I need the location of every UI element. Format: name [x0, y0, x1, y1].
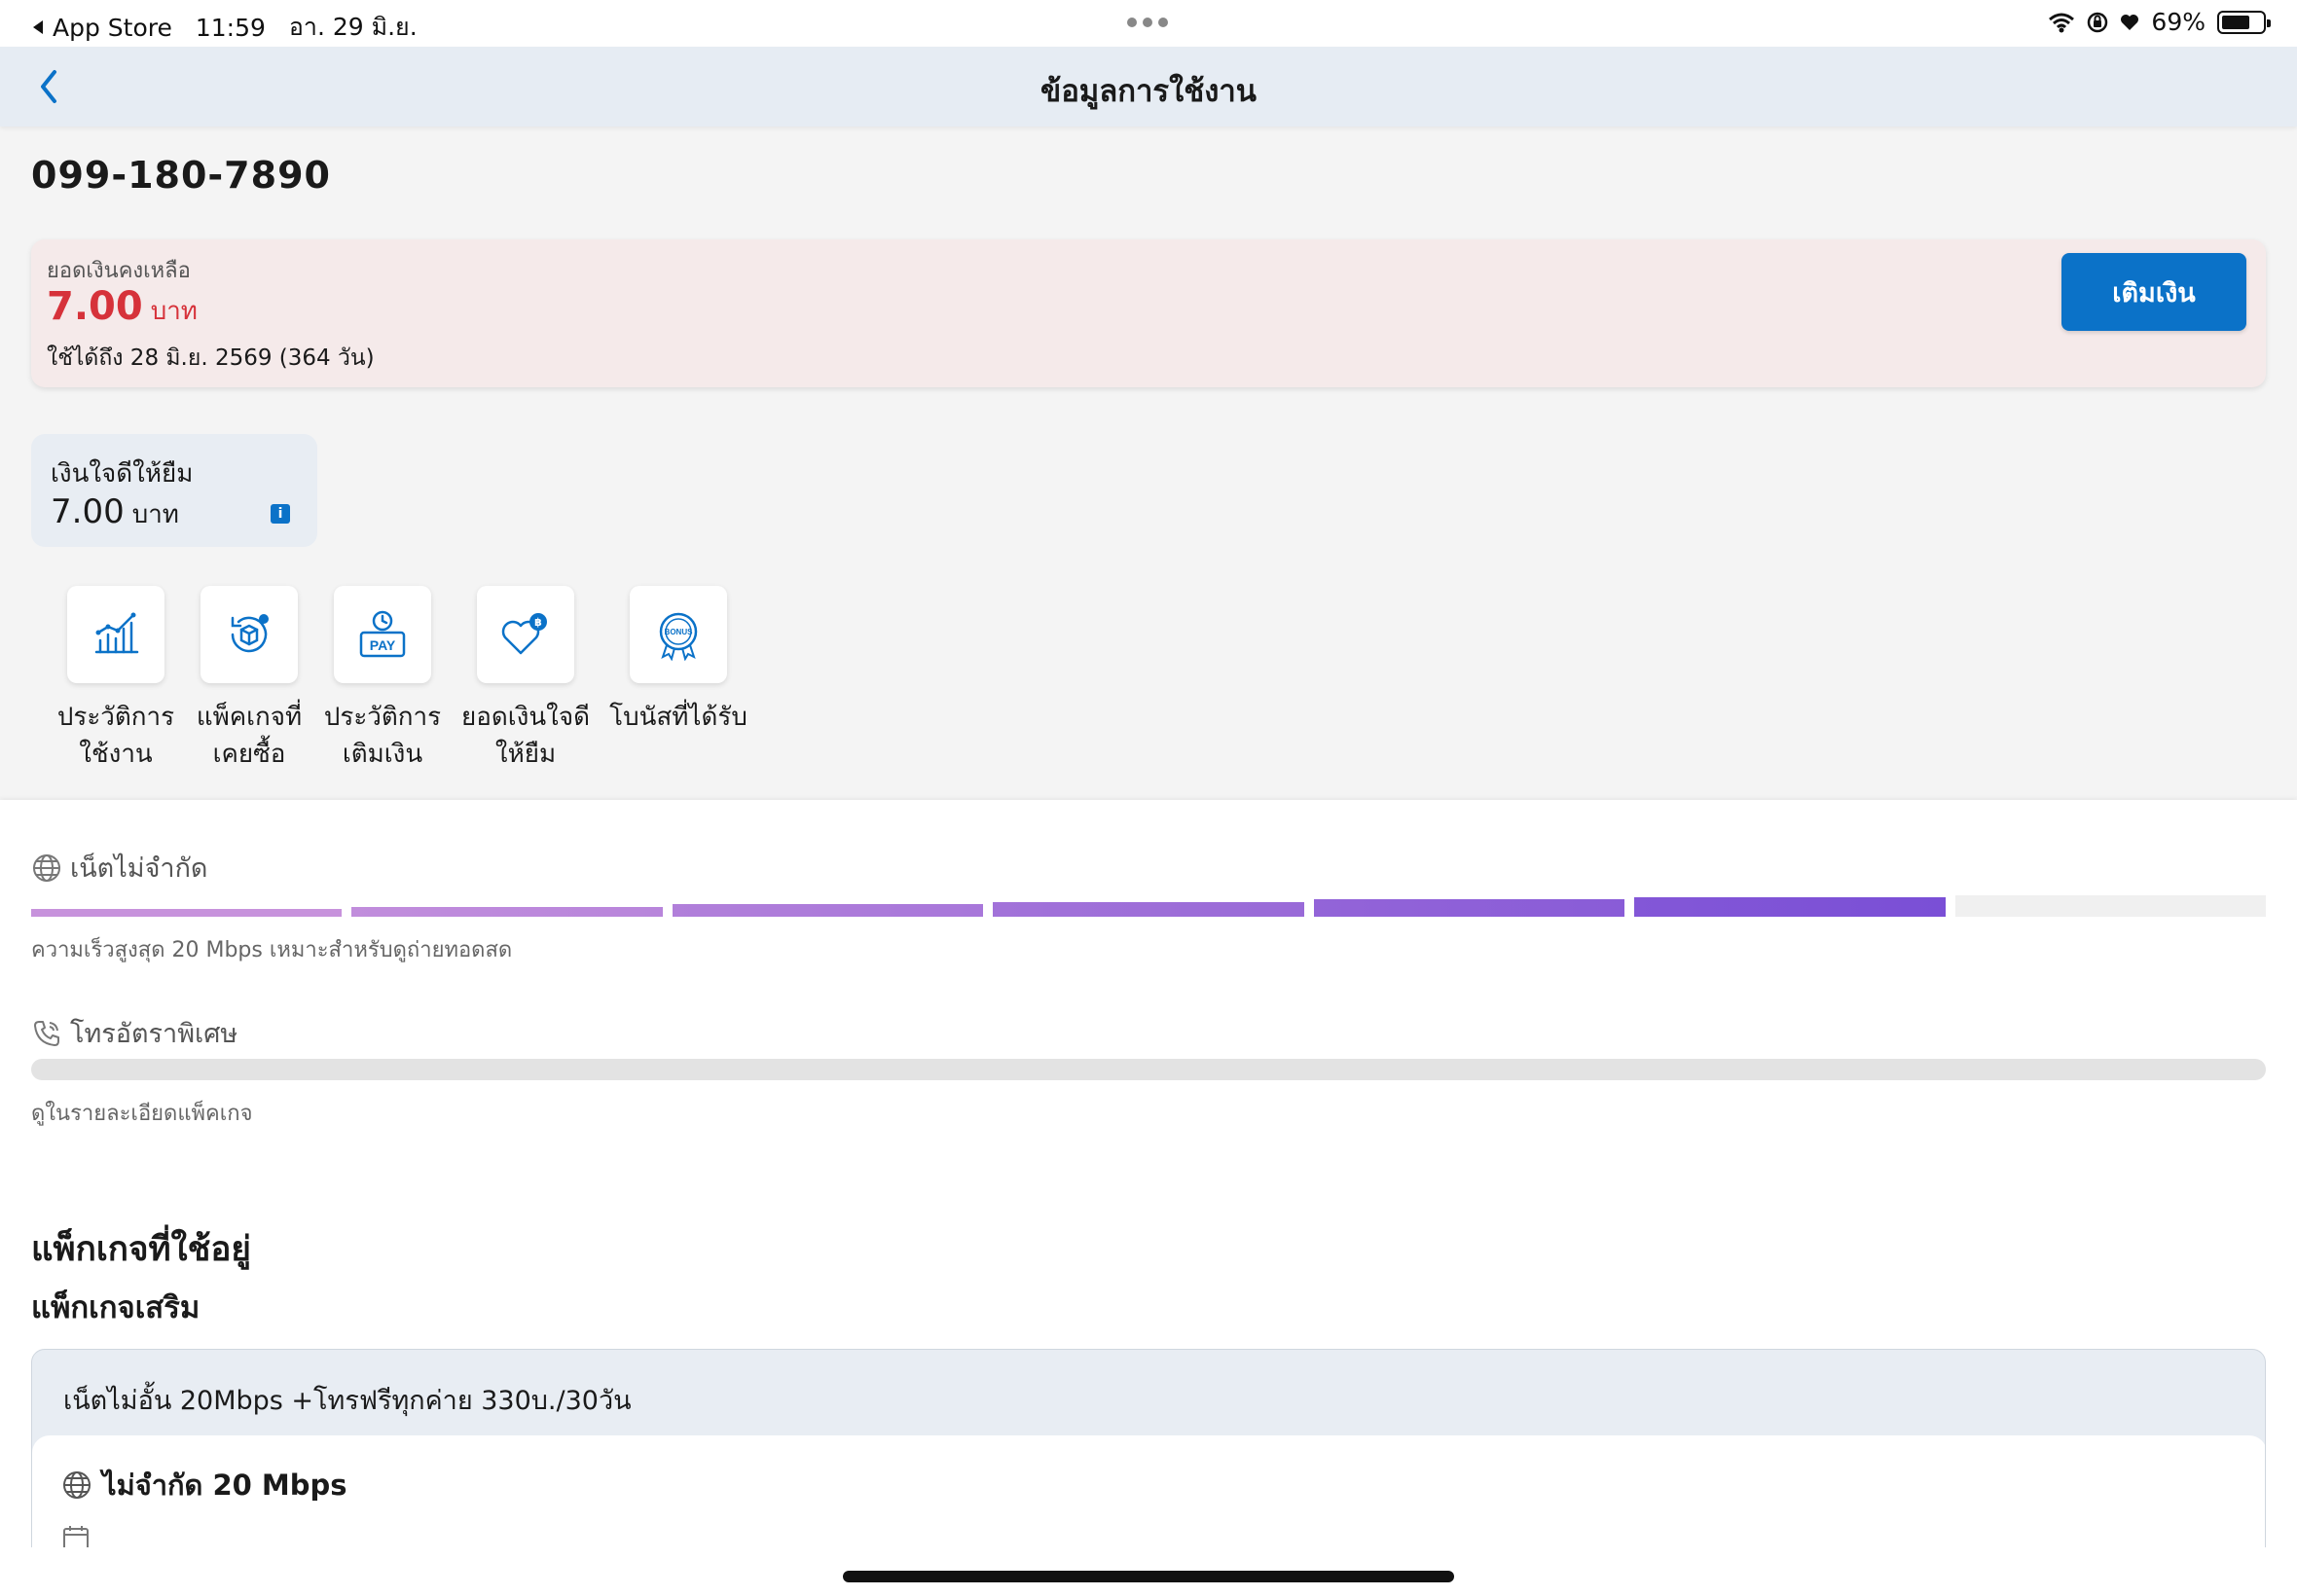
status-date: อา. 29 มิ.ย.	[288, 13, 418, 41]
shortcut-tile[interactable]: BONUS	[630, 586, 727, 683]
internet-title: เน็ตไม่จำกัด	[70, 853, 208, 884]
back-to-app-store[interactable]: App Store	[31, 14, 172, 42]
globe-icon	[33, 853, 60, 882]
shortcut-tile[interactable]: PAY	[334, 586, 431, 683]
packages-heading: แพ็กเกจที่ใช้อยู่	[31, 1230, 251, 1269]
svg-text:PAY: PAY	[370, 637, 396, 653]
balance-amount: 7.00	[47, 284, 143, 329]
loan-amount-row: 7.00 บาท	[51, 492, 179, 534]
wifi-icon	[2049, 13, 2075, 32]
balance-card: ยอดเงินคงเหลือ 7.00 บาท ใช้ได้ถึง 28 มิ.…	[31, 239, 2266, 387]
svg-text:฿: ฿	[534, 616, 542, 629]
battery-percent: 69%	[2151, 8, 2206, 36]
package-feature-label: ไม่จำกัด 20 Mbps	[102, 1469, 347, 1502]
shortcut-label: โบนัสที่ได้รับ	[609, 703, 747, 732]
multitask-dots[interactable]	[1127, 18, 1168, 27]
phone-number: 099-180-7890	[31, 154, 331, 197]
shortcut-package-history[interactable]: แพ็คเกจที่ เคยซื้อ	[173, 586, 325, 773]
topup-button[interactable]: เติมเงิน	[2061, 253, 2246, 331]
call-title: โทรอัตราพิเศษ	[70, 1019, 238, 1049]
call-description: ดูในรายละเอียดแพ็คเกจ	[31, 1102, 253, 1126]
balance-valid-until: ใช้ได้ถึง 28 มิ.ย. 2569 (364 วัน)	[47, 345, 375, 371]
call-usage-bar	[31, 1059, 2266, 1080]
loan-amount: 7.00	[51, 492, 125, 531]
bonus-badge-icon: BONUS	[659, 612, 698, 661]
shortcut-loan-balance[interactable]: ฿ ยอดเงินใจดี ให้ยืม	[452, 586, 600, 773]
speed-segment-active	[351, 906, 663, 917]
back-triangle-icon	[33, 20, 43, 34]
nav-bar: ข้อมูลการใช้งาน	[0, 47, 2297, 127]
battery-icon	[2217, 10, 2271, 34]
speed-segment-active	[1634, 896, 1946, 917]
pay-history-icon: PAY	[359, 610, 406, 658]
shortcut-usage-history[interactable]: ประวัติการ ใช้งาน	[41, 586, 191, 773]
phone-call-icon	[34, 1020, 59, 1046]
shortcut-label: ประวัติการ ใช้งาน	[56, 703, 175, 769]
addon-packages-heading: แพ็กเกจเสริม	[31, 1290, 201, 1325]
balance-unit: บาท	[150, 297, 198, 326]
status-bar: App Store 11:59 อา. 29 มิ.ย. 69%	[0, 0, 2297, 47]
internet-description: ความเร็วสูงสุด 20 Mbps เหมาะสำหรับดูถ่าย…	[31, 938, 513, 962]
loan-card[interactable]: เงินใจดีให้ยืม 7.00 บาท i	[31, 434, 317, 547]
heart-coin-icon: ฿	[501, 613, 547, 655]
shortcut-tile[interactable]	[201, 586, 298, 683]
package-feature: ไม่จำกัด 20 Mbps	[61, 1463, 347, 1507]
speed-segment-empty	[1954, 895, 2266, 917]
shortcut-tile[interactable]	[67, 586, 164, 683]
globe-icon	[63, 1471, 91, 1499]
shortcut-bonus[interactable]: BONUS โบนัสที่ได้รับ	[609, 586, 747, 736]
shortcut-topup-history[interactable]: PAY ประวัติการ เติมเงิน	[308, 586, 457, 773]
loan-label: เงินใจดีให้ยืม	[51, 459, 194, 489]
speed-segment-active	[993, 901, 1304, 917]
back-app-label: App Store	[53, 13, 172, 42]
info-icon[interactable]: i	[271, 504, 290, 524]
orientation-lock-icon	[2088, 12, 2108, 32]
balance-amount-row: 7.00 บาท	[47, 284, 198, 331]
internet-row-title: เน็ตไม่จำกัด	[31, 847, 207, 889]
svg-text:BONUS: BONUS	[665, 628, 694, 636]
usage-chart-icon	[94, 612, 139, 654]
package-name: เน็ตไม่อั้น 20Mbps +โทรฟรีทุกค่าย 330บ./…	[63, 1386, 632, 1416]
speed-meter	[31, 891, 2266, 917]
balance-label: ยอดเงินคงเหลือ	[47, 259, 191, 283]
package-history-icon	[231, 614, 269, 653]
shortcut-label: แพ็คเกจที่ เคยซื้อ	[196, 703, 303, 769]
shortcut-label: ประวัติการ เติมเงิน	[323, 703, 442, 769]
page-title: ข้อมูลการใช้งาน	[1040, 74, 1257, 109]
shortcut-tile[interactable]: ฿	[477, 586, 574, 683]
speed-segment-active	[672, 904, 984, 917]
call-row-title: โทรอัตราพิเศษ	[31, 1012, 237, 1054]
speed-segment-active	[31, 909, 343, 917]
shortcut-label: ยอดเงินใจดี ให้ยืม	[461, 703, 590, 769]
heart-status-icon	[2121, 14, 2139, 30]
home-indicator[interactable]	[843, 1571, 1454, 1582]
speed-segment-active	[1313, 899, 1625, 917]
status-time: 11:59	[195, 13, 266, 42]
loan-unit: บาท	[131, 500, 179, 529]
